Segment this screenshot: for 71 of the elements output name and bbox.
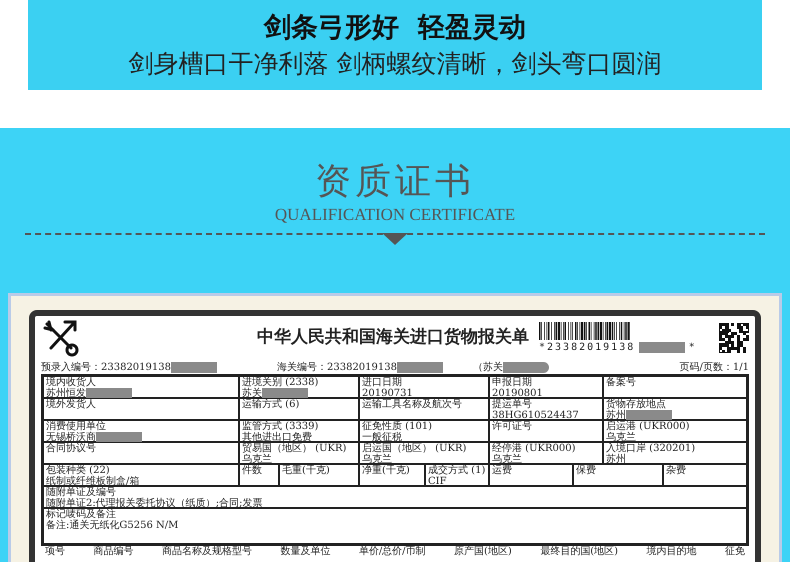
field-value: 乌克兰 <box>242 454 272 465</box>
down-triangle-icon <box>382 233 408 245</box>
field-label: 贸易国（地区） (UKR) <box>242 443 346 454</box>
field-label: 提运单号 <box>492 399 532 410</box>
page-count: 页码/页数：1/1 <box>680 360 749 374</box>
column-header: 原产国(地区) <box>454 546 512 558</box>
field-value: 20190731 <box>362 388 413 399</box>
field-value: 苏州 <box>606 410 626 421</box>
field-label: 申报日期 <box>492 377 532 388</box>
field-value: 纸制或纤维板制盒/箱 <box>46 476 140 487</box>
field-label: 运输工具名称及航次号 <box>362 399 462 410</box>
barcode-end-mark: * <box>689 340 694 354</box>
field-value: CIF <box>428 476 447 487</box>
field-label: 毛重(千克) <box>282 465 330 476</box>
field-value: 无锡桥沃商 <box>46 432 96 443</box>
barcode-icon <box>539 322 630 340</box>
column-header: 项号 <box>45 546 65 558</box>
customs-emblem-icon <box>41 318 81 358</box>
field-label: 运费 <box>492 465 512 476</box>
barcode-number: *23382019138 <box>539 340 636 354</box>
field-value: 乌克兰 <box>492 454 522 465</box>
field-label: 许可证号 <box>492 421 532 432</box>
column-header: 境内目的地 <box>646 546 697 558</box>
field-label: 经停港 (UKR000) <box>492 443 576 454</box>
field-label: 征免性质 (101) <box>362 421 432 432</box>
field-label: 运输方式 (6) <box>242 399 300 410</box>
field-label: 入境口岸 (320201) <box>606 443 696 454</box>
banner-subtitle: 剑身槽口干净利落 剑柄螺纹清晰，剑头弯口圆润 <box>128 48 662 80</box>
field-label: 保费 <box>576 465 596 476</box>
field-value: 一般征税 <box>362 432 402 443</box>
column-header: 商品名称及规格型号 <box>162 546 252 558</box>
customs-office: （苏关 <box>473 360 503 374</box>
field-label: 件数 <box>242 465 262 476</box>
field-label: 消费使用单位 <box>46 421 106 432</box>
field-value: 苏州恒发 <box>46 388 86 399</box>
field-value: 备注:通关无纸化G5256 N/M <box>46 520 178 531</box>
banner-title: 剑条弓形好 轻盈灵动 <box>264 10 526 44</box>
field-value: 其他进出口免费 <box>242 432 312 443</box>
document-title: 中华人民共和国海关进口货物报关单 <box>257 326 529 350</box>
customs-number: 海关编号：23382019138 <box>277 360 397 374</box>
field-label: 境内收货人 <box>46 377 96 388</box>
field-label: 境外发货人 <box>46 399 96 410</box>
field-label: 标记唛码及备注 <box>46 509 116 520</box>
field-label: 净重(千克) <box>362 465 410 476</box>
field-value: 苏关 <box>242 388 262 399</box>
field-label: 监管方式 (3339) <box>242 421 318 432</box>
field-value: 苏州 <box>606 454 626 465</box>
field-value: 38HG610524437 <box>492 410 579 421</box>
section-subtitle: QUALIFICATION CERTIFICATE <box>274 206 516 223</box>
field-label: 包装种类 (22) <box>46 465 110 476</box>
field-label: 进境关别 (2338) <box>242 377 318 388</box>
field-label: 启运国（地区） (UKR) <box>362 443 466 454</box>
field-label: 合同协议号 <box>46 443 96 454</box>
field-value: 乌克兰 <box>606 432 636 443</box>
qr-code-icon <box>719 323 749 353</box>
field-label: 随附单证及编号 <box>46 487 116 498</box>
field-label: 进口日期 <box>362 377 402 388</box>
column-header: 商品编号 <box>93 546 134 558</box>
section-title: 资质证书 <box>315 164 475 200</box>
column-header: 征免 <box>725 546 745 558</box>
column-header: 最终目的国(地区) <box>540 546 618 558</box>
field-label: 杂费 <box>666 465 686 476</box>
field-value: 乌克兰 <box>362 454 392 465</box>
field-label: 备案号 <box>606 377 636 388</box>
pre-entry-number: 预录入编号：23382019138 <box>41 360 171 374</box>
column-header: 数量及单位 <box>280 546 330 558</box>
field-label: 启运港 (UKR000) <box>606 421 690 432</box>
field-label: 货物存放地点 <box>606 399 666 410</box>
field-value: 20190801 <box>492 388 543 399</box>
column-header: 单价/总价/币制 <box>358 546 426 558</box>
field-label: 成交方式 (1) <box>428 465 486 476</box>
